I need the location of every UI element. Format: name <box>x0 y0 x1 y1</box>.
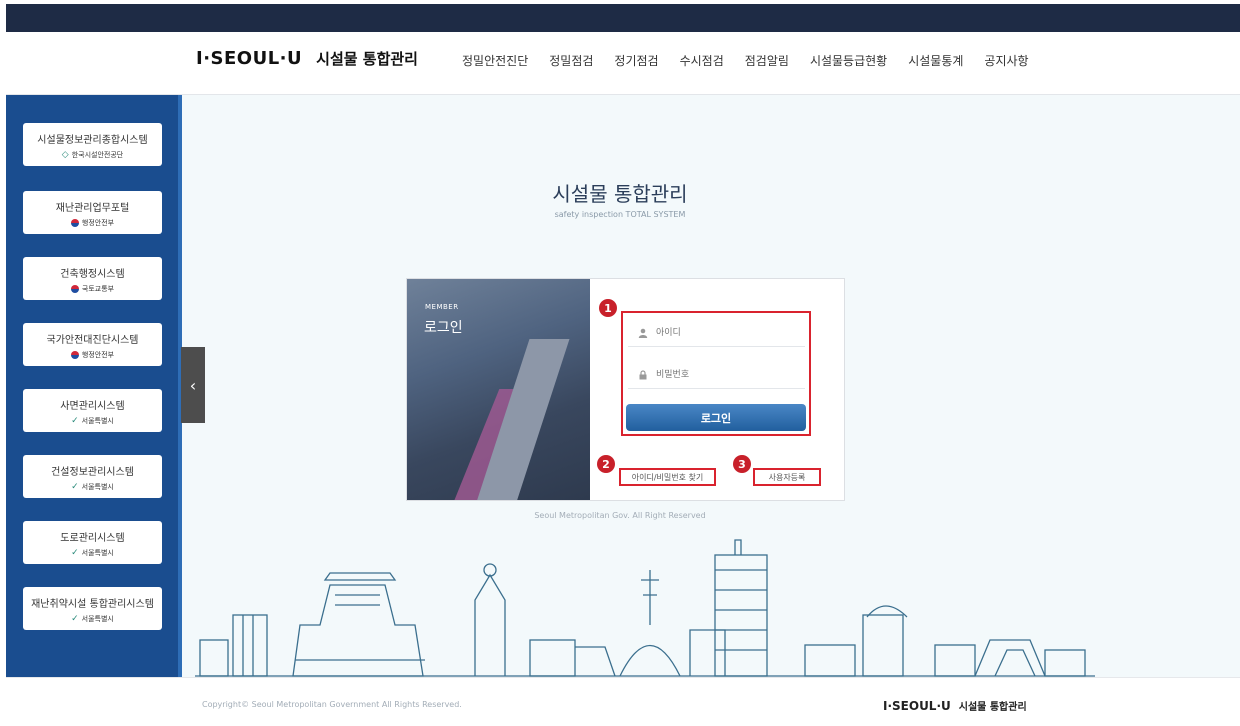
user-id-field[interactable] <box>628 319 805 347</box>
login-button[interactable]: 로그인 <box>626 404 806 431</box>
user-id-input[interactable] <box>654 326 778 339</box>
chevron-left-icon: ‹ <box>189 375 197 395</box>
sidebar-item-org: 서울특별시 <box>81 615 114 623</box>
nav-item-notices[interactable]: 공지사항 <box>984 52 1028 69</box>
password-input[interactable] <box>654 368 778 381</box>
footer-logo: I·SEOUL·U 시설물 통합관리 <box>883 698 1027 713</box>
login-photo: MEMBER 로그인 <box>407 279 590 500</box>
nav-item-precision-inspection[interactable]: 정밀점검 <box>549 52 593 69</box>
site-logo[interactable]: I·SEOUL·U 시설물 통합관리 <box>196 48 418 69</box>
sidebar-item-org: 서울특별시 <box>81 483 114 491</box>
annotation-badge-3: 3 <box>733 455 751 473</box>
password-field[interactable] <box>628 361 805 389</box>
sidebar-item-national-safety[interactable]: 국가안전대진단시스템 행정안전부 <box>23 323 162 366</box>
iseoulu-logo: I·SEOUL·U <box>196 48 303 69</box>
taegeuk-icon <box>70 219 79 227</box>
kistec-logo-icon: ◇ <box>61 150 69 160</box>
lock-icon <box>638 369 648 380</box>
sidebar-item-construction-info[interactable]: 건설정보관리시스템 ✓ 서울특별시 <box>23 455 162 498</box>
sidebar-item-label: 국가안전대진단시스템 <box>46 335 139 346</box>
logo-title: 시설물 통합관리 <box>316 50 418 68</box>
sidebar-collapse-button[interactable]: ‹ <box>181 347 205 423</box>
nav-item-regular-inspection[interactable]: 정기점검 <box>614 52 658 69</box>
register-link[interactable]: 사용자등록 <box>753 468 821 486</box>
seoul-logo-icon: ✓ <box>71 548 79 558</box>
sidebar-item-org: 국토교통부 <box>81 285 115 293</box>
nav-item-inspection-alert[interactable]: 점검알림 <box>745 52 789 69</box>
user-icon <box>638 328 648 338</box>
sidebar-item-label: 도로관리시스템 <box>60 533 125 544</box>
top-bar <box>6 4 1240 32</box>
sidebar-item-label: 건설정보관리시스템 <box>51 467 134 478</box>
seoul-skyline-illustration <box>195 539 1095 677</box>
footer-logo-title: 시설물 통합관리 <box>958 702 1027 713</box>
page-subtitle: safety inspection TOTAL SYSTEM <box>554 210 686 219</box>
annotation-badge-2: 2 <box>597 455 615 473</box>
seoul-logo-icon: ✓ <box>71 614 79 624</box>
page-title: 시설물 통합관리 <box>552 182 688 206</box>
sidebar-item-org: 한국시설안전공단 <box>71 151 124 159</box>
sidebar-item-org: 행정안전부 <box>81 351 115 359</box>
sidebar-item-facility-info[interactable]: 시설물정보관리종합시스템 ◇ 한국시설안전공단 <box>23 123 162 166</box>
taegeuk-icon <box>70 351 79 359</box>
login-heading: 로그인 <box>424 320 463 336</box>
nav-item-precision-diagnosis[interactable]: 정밀안전진단 <box>462 52 528 69</box>
rights-reserved-text: Seoul Metropolitan Gov. All Right Reserv… <box>534 511 706 520</box>
sidebar-item-building-admin[interactable]: 건축행정시스템 국토교통부 <box>23 257 162 300</box>
find-id-password-link[interactable]: 아이디/비밀번호 찾기 <box>619 468 716 486</box>
sidebar-item-slope-management[interactable]: 사면관리시스템 ✓ 서울특별시 <box>23 389 162 432</box>
nav-item-grade-status[interactable]: 시설물등급현황 <box>810 52 887 69</box>
sidebar-item-org: 서울특별시 <box>81 417 114 425</box>
sidebar-item-org: 서울특별시 <box>81 549 114 557</box>
seoul-logo-icon: ✓ <box>71 416 79 426</box>
annotation-badge-1: 1 <box>599 299 617 317</box>
footer: Copyright© Seoul Metropolitan Government… <box>6 677 1240 726</box>
member-label: MEMBER <box>425 303 459 311</box>
sidebar-item-org: 행정안전부 <box>81 219 115 227</box>
sidebar-item-vulnerable-facility[interactable]: 재난취약시설 통합관리시스템 ✓ 서울특별시 <box>23 587 162 630</box>
footer-iseoulu-logo: I·SEOUL·U <box>883 699 951 713</box>
sidebar-item-label: 시설물정보관리종합시스템 <box>37 135 148 146</box>
main-nav: 정밀안전진단 정밀점검 정기점검 수시점검 점검알림 시설물등급현황 시설물통계… <box>462 52 1050 69</box>
sidebar-item-label: 건축행정시스템 <box>60 269 125 280</box>
nav-item-statistics[interactable]: 시설물통계 <box>908 52 963 69</box>
sidebar-item-label: 재난취약시설 통합관리시스템 <box>31 599 154 610</box>
sidebar-item-road-management[interactable]: 도로관리시스템 ✓ 서울특별시 <box>23 521 162 564</box>
seoul-logo-icon: ✓ <box>71 482 79 492</box>
taegeuk-icon <box>70 285 79 293</box>
footer-copyright: Copyright© Seoul Metropolitan Government… <box>202 700 462 709</box>
sidebar-item-label: 사면관리시스템 <box>60 401 125 412</box>
nav-item-occasional-inspection[interactable]: 수시점검 <box>680 52 724 69</box>
